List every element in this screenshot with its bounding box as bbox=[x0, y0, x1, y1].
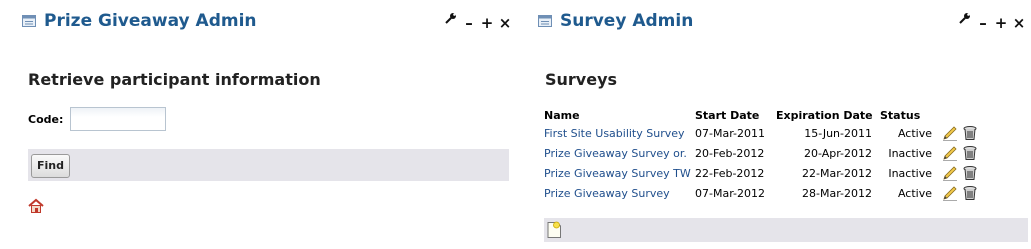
edit-pencil-icon[interactable] bbox=[942, 145, 958, 161]
status-cell: Active bbox=[897, 126, 932, 140]
status-cell: Inactive bbox=[888, 146, 932, 160]
surveys-table: Name Start Date Expiration Date Status F… bbox=[544, 105, 982, 203]
delete-trash-icon[interactable] bbox=[962, 145, 978, 161]
survey-name-cell: First Site Usability Survey bbox=[544, 123, 695, 143]
actions-cell bbox=[938, 183, 982, 203]
expiration-date-cell: 28-Mar-2012 bbox=[802, 186, 872, 200]
portlet-header: Survey Admin – + × bbox=[538, 0, 1028, 44]
button-bar: Find bbox=[28, 149, 509, 181]
actions-cell bbox=[938, 163, 982, 183]
section-heading: Surveys bbox=[545, 70, 618, 89]
column-header-status: Status bbox=[880, 108, 921, 122]
survey-action-bar bbox=[544, 218, 1028, 242]
minimize-icon[interactable]: – bbox=[974, 12, 992, 32]
expiration-date-cell: 22-Mar-2012 bbox=[802, 166, 872, 180]
column-header-expiration-date: Expiration Date bbox=[776, 108, 873, 122]
edit-pencil-icon[interactable] bbox=[942, 165, 958, 181]
start-date-cell: 07-Mar-2011 bbox=[695, 126, 765, 140]
status-cell: Active bbox=[897, 186, 932, 200]
start-date-cell: 20-Feb-2012 bbox=[695, 146, 765, 160]
edit-pencil-icon[interactable] bbox=[942, 185, 958, 201]
delete-trash-icon[interactable] bbox=[962, 185, 978, 201]
actions-cell bbox=[938, 143, 982, 163]
delete-trash-icon[interactable] bbox=[962, 125, 978, 141]
table-row: Prize Giveaway Survey 07-Mar-2012 28-Mar… bbox=[544, 183, 982, 203]
column-header-start-date: Start Date bbox=[695, 108, 760, 122]
section-heading: Retrieve participant information bbox=[28, 70, 321, 89]
close-icon[interactable]: × bbox=[496, 12, 514, 32]
find-button[interactable]: Find bbox=[31, 154, 70, 178]
survey-name-cell: Prize Giveaway Survey TW bbox=[544, 163, 695, 183]
portlet-header: Prize Giveaway Admin – + × bbox=[22, 0, 514, 44]
survey-link[interactable]: Prize Giveaway Survey TW bbox=[544, 167, 691, 180]
portlet-controls: – + × bbox=[442, 12, 514, 32]
table-header-row: Name Start Date Expiration Date Status bbox=[544, 105, 982, 123]
expiration-date-cell: 15-Jun-2011 bbox=[804, 126, 872, 140]
configure-icon[interactable] bbox=[956, 12, 974, 32]
portlet-window-icon bbox=[538, 15, 552, 27]
expiration-date-cell: 20-Apr-2012 bbox=[803, 146, 872, 160]
survey-admin-portlet: Survey Admin – + × Surveys Name Start Da… bbox=[538, 0, 1028, 242]
edit-pencil-icon[interactable] bbox=[942, 125, 958, 141]
actions-cell bbox=[938, 123, 982, 143]
survey-name-cell: Prize Giveaway Survey bbox=[544, 183, 695, 203]
new-document-icon[interactable] bbox=[546, 221, 562, 239]
configure-icon[interactable] bbox=[442, 12, 460, 32]
start-date-cell: 22-Feb-2012 bbox=[695, 166, 765, 180]
code-input[interactable] bbox=[70, 107, 166, 131]
maximize-icon[interactable]: + bbox=[992, 12, 1010, 32]
survey-link[interactable]: Prize Giveaway Survey bbox=[544, 187, 670, 200]
column-header-actions bbox=[938, 105, 982, 123]
table-row: First Site Usability Survey 07-Mar-2011 … bbox=[544, 123, 982, 143]
status-cell: Inactive bbox=[888, 166, 932, 180]
portlet-window-icon bbox=[22, 15, 36, 27]
close-icon[interactable]: × bbox=[1010, 12, 1028, 32]
portlet-title: Prize Giveaway Admin bbox=[44, 11, 257, 31]
home-icon[interactable] bbox=[28, 198, 44, 214]
survey-link[interactable]: Prize Giveaway Survey or. bbox=[544, 147, 687, 160]
maximize-icon[interactable]: + bbox=[478, 12, 496, 32]
survey-name-cell: Prize Giveaway Survey or. bbox=[544, 143, 695, 163]
table-row: Prize Giveaway Survey or. 20-Feb-2012 20… bbox=[544, 143, 982, 163]
table-row: Prize Giveaway Survey TW 22-Feb-2012 22-… bbox=[544, 163, 982, 183]
delete-trash-icon[interactable] bbox=[962, 165, 978, 181]
column-header-name: Name bbox=[544, 108, 580, 122]
portlet-title: Survey Admin bbox=[560, 11, 694, 31]
survey-link[interactable]: First Site Usability Survey bbox=[544, 127, 685, 140]
start-date-cell: 07-Mar-2012 bbox=[695, 186, 765, 200]
minimize-icon[interactable]: – bbox=[460, 12, 478, 32]
portlet-controls: – + × bbox=[956, 12, 1028, 32]
prize-giveaway-portlet: Prize Giveaway Admin – + × Retrieve part… bbox=[22, 0, 514, 213]
code-label: Code: bbox=[28, 113, 64, 126]
